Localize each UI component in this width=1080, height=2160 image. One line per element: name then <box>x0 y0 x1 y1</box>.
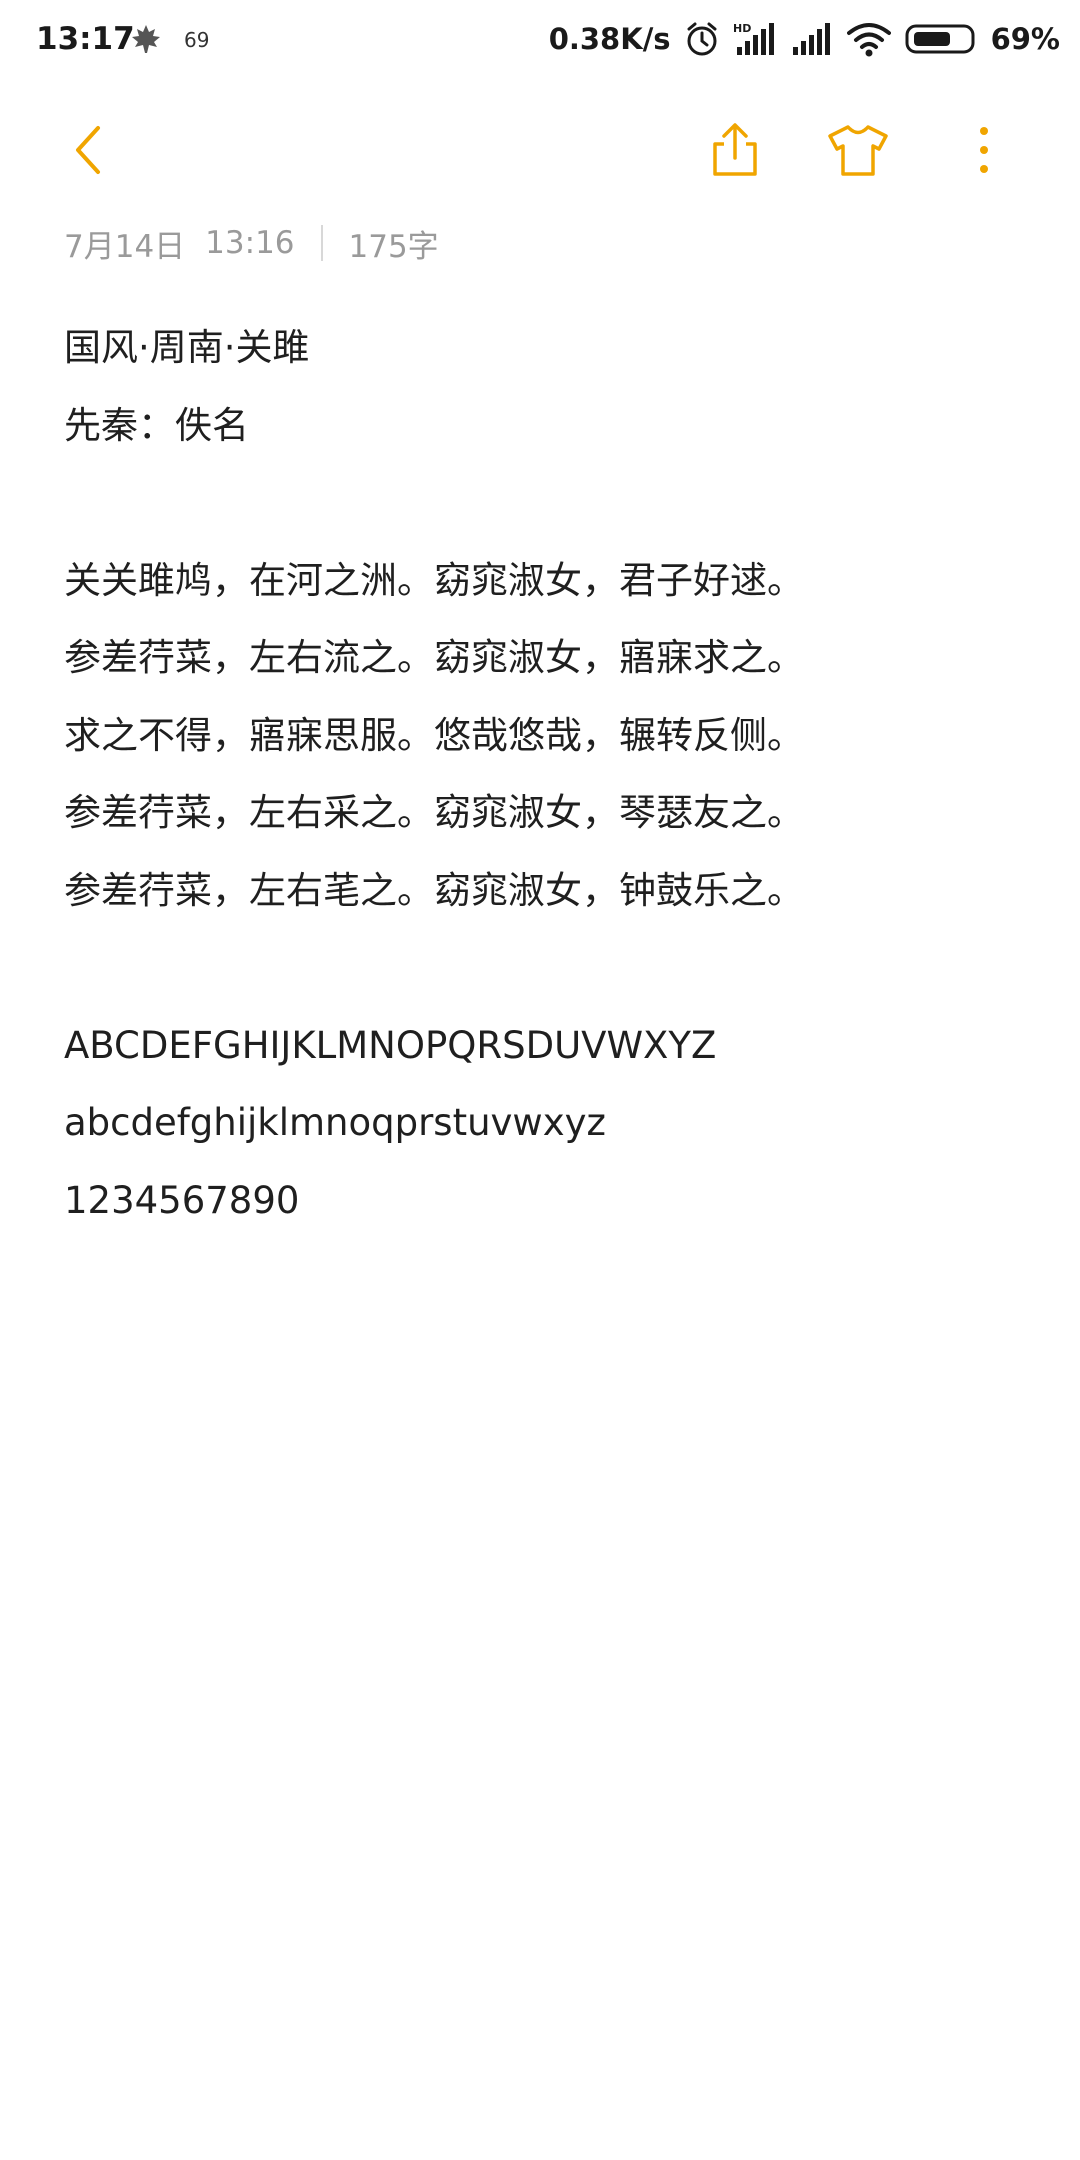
note-line-digits[interactable]: 1234567890 <box>64 1170 1024 1248</box>
note-line-title[interactable]: 国风·周南·关雎 <box>64 317 1024 395</box>
share-icon <box>713 123 757 176</box>
notification-count: 69 <box>184 28 210 52</box>
note-line-verse-4[interactable]: 参差荇菜，左右采之。窈窕淑女，琴瑟友之。 <box>64 782 1024 860</box>
theme-button[interactable] <box>818 110 898 190</box>
note-line-author[interactable]: 先秦：佚名 <box>64 395 1024 473</box>
note-line-blank[interactable] <box>64 937 1024 1015</box>
hd-signal-icon: HD <box>733 22 774 55</box>
alarm-icon <box>687 22 717 56</box>
more-options-button[interactable] <box>944 110 1024 190</box>
note-line-verse-1[interactable]: 关关雎鸠，在河之洲。窈窕淑女，君子好逑。 <box>64 550 1024 628</box>
status-time: 13:17 <box>36 21 135 57</box>
note-line-verse-3[interactable]: 求之不得，寤寐思服。悠哉悠哉，辗转反侧。 <box>64 705 1024 783</box>
svg-text:HD: HD <box>733 22 751 35</box>
note-line-uppercase[interactable]: ABCDEFGHIJKLMNOPQRSDUVWXYZ <box>64 1015 1024 1093</box>
wifi-icon <box>846 23 891 57</box>
note-toolbar <box>0 110 1080 190</box>
battery-icon <box>905 24 975 54</box>
note-line-verse-5[interactable]: 参差荇菜，左右芼之。窈窕淑女，钟鼓乐之。 <box>64 860 1024 938</box>
note-time: 13:16 <box>205 225 295 261</box>
back-button[interactable] <box>48 110 128 190</box>
note-editor[interactable]: 国风·周南·关雎 先秦：佚名 关关雎鸠，在河之洲。窈窕淑女，君子好逑。 参差荇菜… <box>64 317 1024 1247</box>
note-date: 7月14日 <box>64 228 186 265</box>
note-line-lowercase[interactable]: abcdefghijklmnoqprstuvwxyz <box>64 1092 1024 1170</box>
meta-divider <box>320 225 323 261</box>
status-right-cluster: 0.38K/s HD 69% <box>549 18 1060 60</box>
note-meta: 7月14日 13:16 175字 <box>64 220 439 266</box>
note-line-blank[interactable] <box>64 472 1024 550</box>
status-bar: 13:17 69 0.38K/s HD 69% <box>0 0 1080 78</box>
battery-percent: 69% <box>990 22 1060 56</box>
word-count: 175字 <box>348 228 439 265</box>
tshirt-icon <box>828 125 888 176</box>
chevron-left-icon <box>76 126 100 174</box>
share-button[interactable] <box>695 110 775 190</box>
maple-leaf-icon <box>132 25 160 53</box>
note-line-verse-2[interactable]: 参差荇菜，左右流之。窈窕淑女，寤寐求之。 <box>64 627 1024 705</box>
network-speed: 0.38K/s <box>548 22 671 56</box>
signal-icon <box>792 23 830 55</box>
more-vertical-icon <box>980 127 988 173</box>
